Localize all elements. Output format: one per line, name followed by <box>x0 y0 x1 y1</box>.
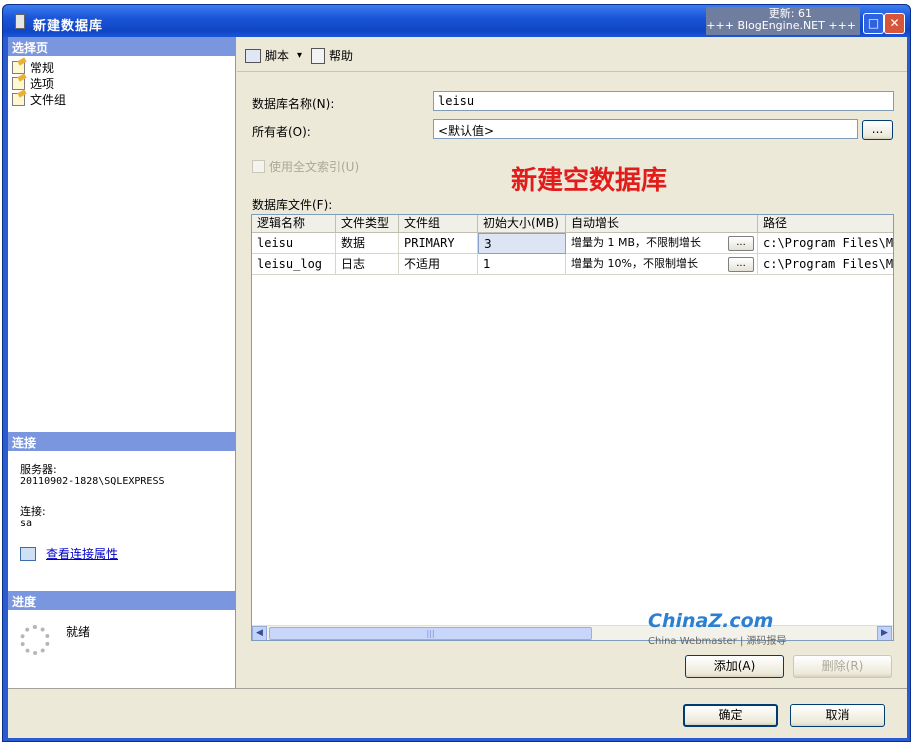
table-cell-size-selected[interactable]: 3 <box>478 233 566 254</box>
select-page-header: 选择页 <box>8 37 236 56</box>
owner-browse-button[interactable]: ... <box>862 120 893 140</box>
db-files-label: 数据库文件(F): <box>252 198 333 212</box>
help-button[interactable]: 帮助 <box>311 47 353 64</box>
table-cell[interactable]: 数据 <box>336 233 399 254</box>
fulltext-label: 使用全文索引(U) <box>269 160 360 174</box>
scroll-left-icon[interactable]: ◀ <box>252 626 267 640</box>
annotation-text: 新建空数据库 <box>511 166 668 196</box>
chevron-down-icon[interactable]: ▾ <box>297 50 302 61</box>
page-icon <box>12 92 25 106</box>
script-label: 脚本 <box>265 49 290 63</box>
horizontal-scrollbar[interactable]: ◀ ||| ▶ <box>252 625 893 640</box>
ok-button[interactable]: 确定 <box>683 704 778 727</box>
sidebar-item-general[interactable]: 常规 <box>12 59 54 75</box>
dialog-window: 新建数据库 更新: 61 +++ BlogEngine.NET +++ □ ✕ … <box>2 4 911 742</box>
database-icon <box>15 14 25 29</box>
sidebar-item-options[interactable]: 选项 <box>12 75 54 91</box>
table-cell[interactable]: 不适用 <box>399 254 478 275</box>
server-label: 服务器: <box>20 463 57 476</box>
script-button[interactable]: 脚本 ▾ <box>245 47 302 64</box>
connection-value: sa <box>20 518 33 529</box>
table-cell[interactable]: leisu <box>252 233 336 254</box>
left-panel: 选择页 常规 选项 文件组 连接 服务器: 20110902-1828\SQLE… <box>8 37 236 688</box>
watermark-logo: ChinaZ.com <box>648 610 774 632</box>
script-icon <box>245 48 261 63</box>
add-button[interactable]: 添加(A) <box>685 655 784 678</box>
sidebar-item-label: 选项 <box>30 76 55 91</box>
sidebar-item-label: 文件组 <box>30 92 67 107</box>
view-connection-properties-link[interactable]: 查看连接属性 <box>46 545 118 562</box>
progress-header: 进度 <box>8 591 236 610</box>
column-header[interactable]: 初始大小(MB) <box>478 215 566 233</box>
view-connection-properties[interactable]: 查看连接属性 <box>20 545 118 562</box>
cancel-button[interactable]: 取消 <box>790 704 885 727</box>
help-label: 帮助 <box>329 49 354 63</box>
divider <box>8 688 907 689</box>
progress-status: 就绪 <box>66 625 91 639</box>
table-cell[interactable]: c:\Program Files\Micro <box>758 254 893 275</box>
window-title: 新建数据库 <box>33 19 104 34</box>
table-cell[interactable]: c:\Program Files\Micro <box>758 233 893 254</box>
watermark-subtitle: China Webmaster | 源码报导 <box>648 636 787 647</box>
server-value: 20110902-1828\SQLEXPRESS <box>20 476 165 487</box>
db-files-grid[interactable]: 逻辑名称 文件类型 文件组 初始大小(MB) 自动增长 路径 leisu 数据 … <box>251 214 894 641</box>
update-source: +++ BlogEngine.NET +++ <box>706 19 856 32</box>
owner-input[interactable]: <默认值> <box>433 119 858 139</box>
column-header[interactable]: 文件类型 <box>336 215 399 233</box>
dialog-client: 选择页 常规 选项 文件组 连接 服务器: 20110902-1828\SQLE… <box>8 37 907 738</box>
watermark: ChinaZ.com China Webmaster | 源码报导 <box>648 610 787 647</box>
sidebar-item-label: 常规 <box>30 60 55 75</box>
fulltext-checkbox[interactable] <box>252 160 265 173</box>
scroll-thumb[interactable]: ||| <box>269 627 592 640</box>
close-button[interactable]: ✕ <box>884 13 905 34</box>
page-icon <box>12 76 25 90</box>
update-overlay: 更新: 61 +++ BlogEngine.NET +++ <box>706 7 860 35</box>
table-cell[interactable]: leisu_log <box>252 254 336 275</box>
column-header[interactable]: 文件组 <box>399 215 478 233</box>
scroll-right-icon[interactable]: ▶ <box>877 626 892 640</box>
toolbar: 脚本 ▾ 帮助 <box>237 37 907 72</box>
column-header[interactable]: 自动增长 <box>566 215 758 233</box>
db-name-input[interactable] <box>433 91 894 111</box>
title-bar[interactable]: 新建数据库 更新: 61 +++ BlogEngine.NET +++ □ ✕ <box>3 5 910 37</box>
help-icon <box>311 47 325 64</box>
table-cell[interactable]: 日志 <box>336 254 399 275</box>
table-cell[interactable]: 1 <box>478 254 566 275</box>
remove-button[interactable]: 删除(R) <box>793 655 892 678</box>
connection-properties-icon <box>20 546 36 561</box>
db-name-label: 数据库名称(N): <box>252 97 335 111</box>
column-header[interactable]: 逻辑名称 <box>252 215 336 233</box>
page-icon <box>12 60 25 74</box>
growth-browse-button[interactable]: ... <box>728 236 754 251</box>
connection-header: 连接 <box>8 432 236 451</box>
owner-label: 所有者(O): <box>252 125 311 139</box>
maximize-button[interactable]: □ <box>863 13 884 34</box>
column-header[interactable]: 路径 <box>758 215 893 233</box>
sidebar-item-filegroups[interactable]: 文件组 <box>12 91 66 107</box>
table-cell[interactable]: PRIMARY <box>399 233 478 254</box>
growth-browse-button[interactable]: ... <box>728 257 754 272</box>
progress-spinner-icon <box>20 625 50 655</box>
connection-label: 连接: <box>20 505 46 518</box>
